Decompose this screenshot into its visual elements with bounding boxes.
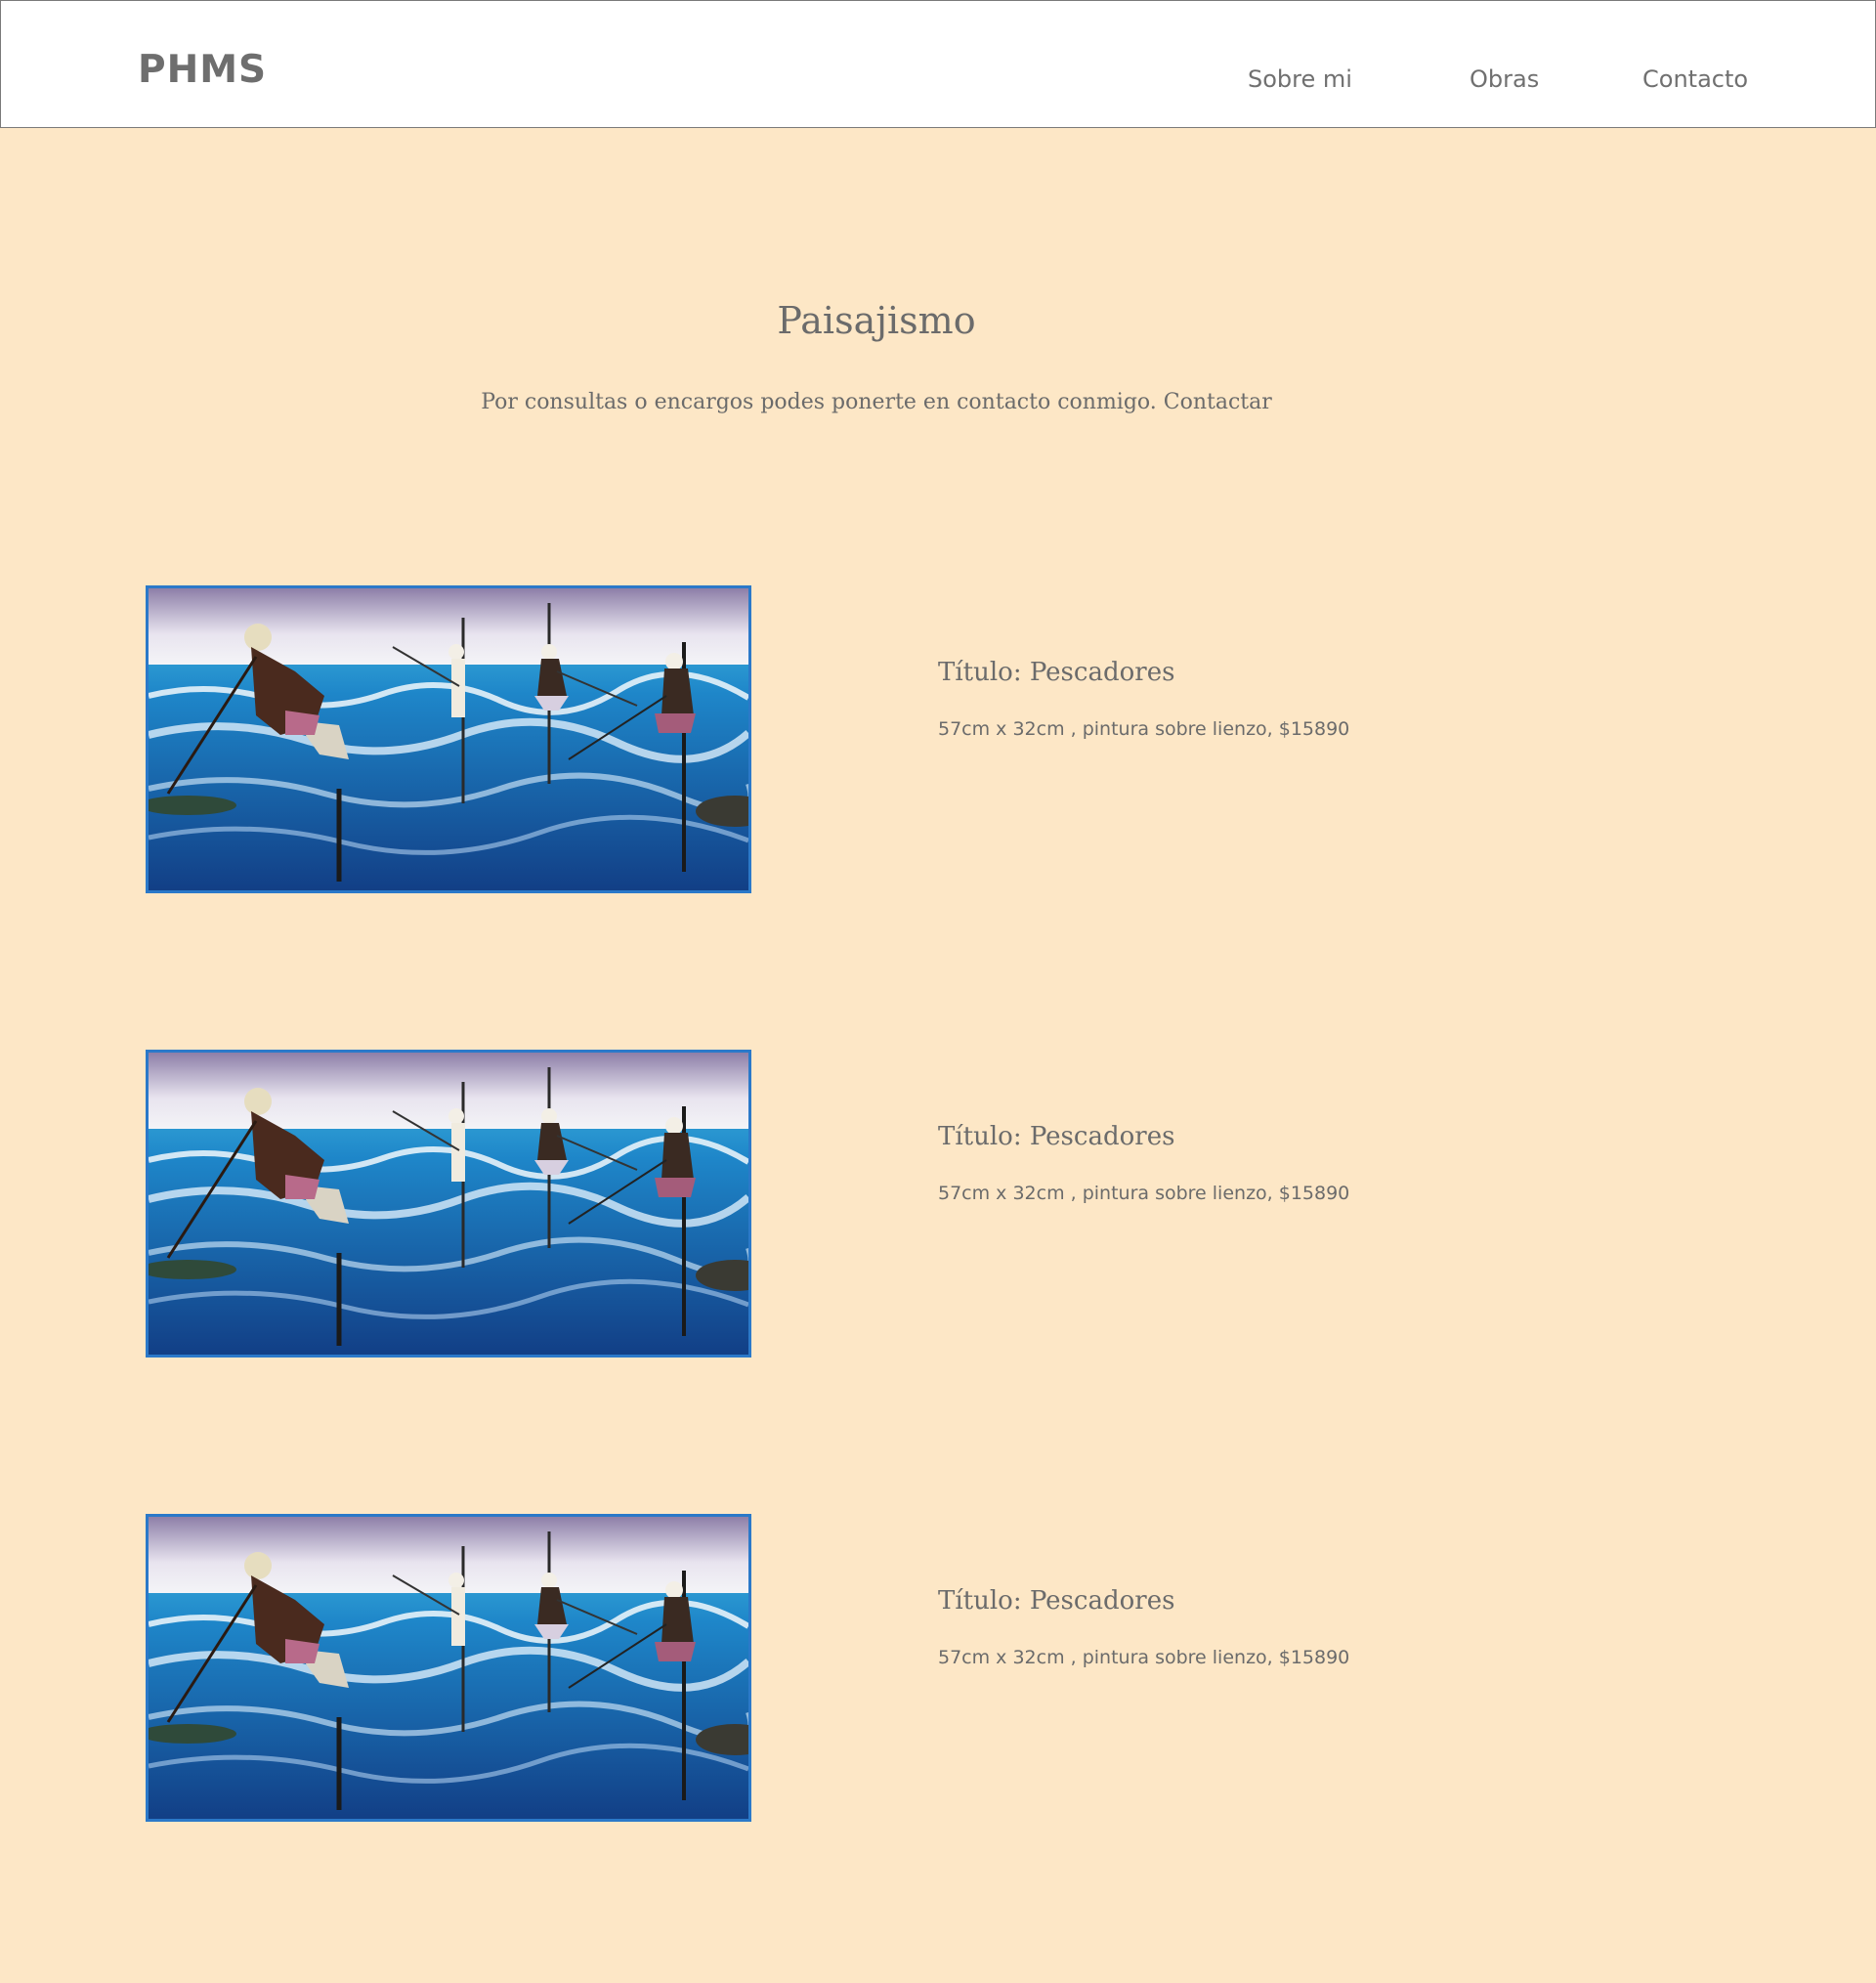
artwork-description: 57cm x 32cm , pintura sobre lienzo, $158…	[938, 1183, 1350, 1204]
nav-link-contact[interactable]: Contacto	[1642, 65, 1748, 93]
site-logo[interactable]: PHMS	[138, 48, 267, 92]
nav-link-about[interactable]: Sobre mi	[1248, 65, 1352, 93]
artwork-image[interactable]	[146, 585, 751, 893]
site-header: PHMS Sobre mi Obras Contacto	[0, 0, 1876, 128]
page-title: Paisajismo	[777, 299, 976, 342]
artwork-title: Título: Pescadores	[938, 658, 1175, 687]
contact-link[interactable]: Contactar	[1164, 390, 1272, 414]
artwork-description: 57cm x 32cm , pintura sobre lienzo, $158…	[938, 718, 1350, 740]
artwork-image[interactable]	[146, 1050, 751, 1358]
nav-link-works[interactable]: Obras	[1470, 65, 1539, 93]
intro-paragraph: Por consultas o encargos podes ponerte e…	[0, 390, 1753, 414]
artwork-title: Título: Pescadores	[938, 1122, 1175, 1151]
artwork-title: Título: Pescadores	[938, 1586, 1175, 1616]
painting-fishermen-icon	[149, 1053, 748, 1355]
intro-text: Por consultas o encargos podes ponerte e…	[481, 390, 1164, 414]
painting-fishermen-icon	[149, 1517, 748, 1819]
artwork-image[interactable]	[146, 1514, 751, 1822]
painting-fishermen-icon	[149, 588, 748, 890]
artwork-description: 57cm x 32cm , pintura sobre lienzo, $158…	[938, 1647, 1350, 1668]
